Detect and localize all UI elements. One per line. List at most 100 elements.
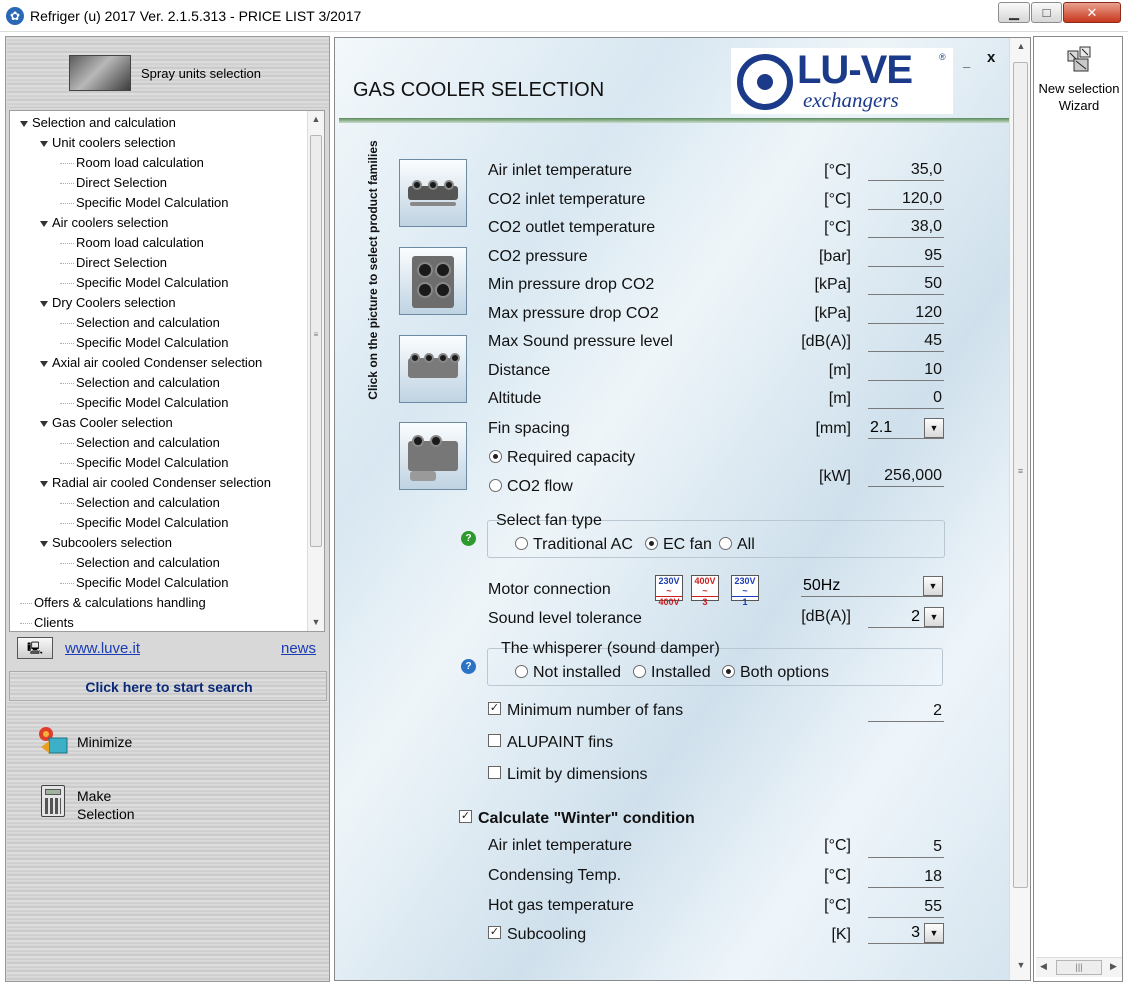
wizard-icon[interactable] bbox=[1064, 43, 1096, 73]
wizard-line-1[interactable]: New selection bbox=[1034, 80, 1124, 97]
spray-units-label[interactable]: Spray units selection bbox=[141, 66, 261, 81]
fan-type-help-icon[interactable]: ? bbox=[461, 531, 476, 546]
expand-arrow-icon[interactable] bbox=[40, 300, 48, 307]
tree-item[interactable]: Room load calculation bbox=[60, 233, 204, 253]
product-family-large[interactable] bbox=[399, 422, 467, 490]
subcooling-label[interactable]: Subcooling bbox=[507, 926, 586, 944]
scroll-down-arrow-icon[interactable]: ▼ bbox=[309, 614, 323, 630]
parameter-value-field[interactable]: 95 bbox=[868, 245, 944, 267]
scroll-left-arrow-icon[interactable]: ◀ bbox=[1040, 961, 1047, 972]
spray-unit-image[interactable] bbox=[69, 55, 131, 91]
frequency-select[interactable]: 50Hz ▼ bbox=[801, 575, 943, 597]
fan-type-option-radio[interactable] bbox=[719, 537, 732, 550]
tree-item-label[interactable]: Room load calculation bbox=[76, 155, 204, 170]
tree-item-label[interactable]: Selection and calculation bbox=[76, 375, 220, 390]
tree-item-label[interactable]: Specific Model Calculation bbox=[76, 575, 228, 590]
product-family-v-shape[interactable] bbox=[399, 335, 467, 403]
chevron-down-icon[interactable]: ▼ bbox=[924, 607, 944, 627]
tree-item-label[interactable]: Offers & calculations handling bbox=[34, 595, 206, 610]
luve-website-link[interactable]: www.luve.it bbox=[65, 640, 140, 657]
tree-item[interactable]: Selection and calculation bbox=[60, 493, 220, 513]
frequency-value[interactable]: 50Hz bbox=[801, 575, 921, 597]
tree-item-label[interactable]: Gas Cooler selection bbox=[52, 415, 173, 430]
whisperer-option-radio[interactable] bbox=[515, 665, 528, 678]
voltage-badge-icon[interactable]: 230V ~1 bbox=[731, 575, 759, 607]
tree-item-label[interactable]: Room load calculation bbox=[76, 235, 204, 250]
voltage-badge-icon[interactable]: 230V ~400V bbox=[655, 575, 683, 607]
tree-item-label[interactable]: Selection and calculation bbox=[76, 315, 220, 330]
parameter-value-field[interactable]: 45 bbox=[868, 330, 944, 352]
tree-item-label[interactable]: Specific Model Calculation bbox=[76, 335, 228, 350]
winter-parameter-value-field[interactable]: 5 bbox=[868, 836, 944, 858]
whisperer-option-label[interactable]: Both options bbox=[740, 664, 829, 682]
tree-item[interactable]: Selection and calculation bbox=[60, 313, 220, 333]
make-label-line-2[interactable]: Selection bbox=[77, 805, 135, 823]
new-selection-wizard-label[interactable]: New selection Wizard bbox=[1034, 80, 1124, 114]
parameter-value-field[interactable]: 120,0 bbox=[868, 188, 944, 210]
tree-item[interactable]: Air coolers selection bbox=[40, 213, 168, 233]
whisperer-option-label[interactable]: Installed bbox=[651, 664, 711, 682]
tree-item[interactable]: Direct Selection bbox=[60, 173, 167, 193]
parameter-value-field[interactable]: 10 bbox=[868, 359, 944, 381]
tree-item[interactable]: Clients bbox=[20, 613, 74, 631]
tree-item-label[interactable]: Selection and calculation bbox=[76, 555, 220, 570]
make-selection-label[interactable]: Make Selection bbox=[77, 787, 135, 823]
tree-item[interactable]: Axial air cooled Condenser selection bbox=[40, 353, 262, 373]
tree-item[interactable]: Unit coolers selection bbox=[40, 133, 176, 153]
news-link[interactable]: news bbox=[281, 640, 316, 657]
tree-item[interactable]: Specific Model Calculation bbox=[60, 273, 228, 293]
tree-item-label[interactable]: Selection and calculation bbox=[76, 435, 220, 450]
fin-spacing-select[interactable]: 2.1 ▼ bbox=[868, 417, 944, 439]
required-capacity-label[interactable]: Required capacity bbox=[507, 449, 635, 467]
scroll-up-arrow-icon[interactable]: ▲ bbox=[1013, 41, 1029, 55]
start-search-button[interactable]: Click here to start search bbox=[9, 671, 327, 701]
tree-item-label[interactable]: Unit coolers selection bbox=[52, 135, 176, 150]
alupaint-label[interactable]: ALUPAINT fins bbox=[507, 734, 613, 752]
sound-tolerance-select[interactable]: 2 ▼ bbox=[868, 606, 944, 628]
tree-item-label[interactable]: Specific Model Calculation bbox=[76, 515, 228, 530]
tree-item[interactable]: Specific Model Calculation bbox=[60, 513, 228, 533]
main-scrollbar[interactable]: ▲ ≡ ▼ bbox=[1009, 38, 1030, 980]
scroll-thumb[interactable]: ≡ bbox=[310, 135, 322, 547]
tree-item-label[interactable]: Direct Selection bbox=[76, 175, 167, 190]
tree-item[interactable]: Selection and calculation bbox=[60, 373, 220, 393]
scroll-thumb[interactable]: ||| bbox=[1056, 960, 1102, 975]
tree-item[interactable]: Specific Model Calculation bbox=[60, 193, 228, 213]
scroll-right-arrow-icon[interactable]: ▶ bbox=[1110, 961, 1117, 972]
fan-type-option-label[interactable]: All bbox=[737, 536, 755, 554]
whisperer-option-radio[interactable] bbox=[633, 665, 646, 678]
wizard-horizontal-scrollbar[interactable]: ◀ ||| ▶ bbox=[1036, 957, 1122, 977]
tree-item[interactable]: Subcoolers selection bbox=[40, 533, 172, 553]
required-capacity-radio[interactable] bbox=[489, 450, 502, 463]
tree-item-label[interactable]: Selection and calculation bbox=[32, 115, 176, 130]
fan-type-option-radio[interactable] bbox=[515, 537, 528, 550]
co2-flow-label[interactable]: CO2 flow bbox=[507, 478, 573, 496]
parameter-value-field[interactable]: 38,0 bbox=[868, 216, 944, 238]
tree-item[interactable]: Direct Selection bbox=[60, 253, 167, 273]
winter-condition-checkbox[interactable]: ✓ bbox=[459, 810, 472, 823]
whisperer-help-icon[interactable]: ? bbox=[461, 659, 476, 674]
tree-item-label[interactable]: Air coolers selection bbox=[52, 215, 168, 230]
tree-item[interactable]: Gas Cooler selection bbox=[40, 413, 173, 433]
panel-minimize-button[interactable]: _ bbox=[963, 54, 970, 69]
fan-type-option-label[interactable]: Traditional AC bbox=[533, 536, 633, 554]
min-fans-label[interactable]: Minimum number of fans bbox=[507, 702, 683, 720]
tree-item-label[interactable]: Specific Model Calculation bbox=[76, 275, 228, 290]
tree-item-label[interactable]: Specific Model Calculation bbox=[76, 195, 228, 210]
alupaint-checkbox[interactable] bbox=[488, 734, 501, 747]
tree-item[interactable]: Specific Model Calculation bbox=[60, 393, 228, 413]
voltage-badge-icon[interactable]: 400V ~3 bbox=[691, 575, 719, 607]
start-search-label[interactable]: Click here to start search bbox=[10, 679, 328, 695]
fin-spacing-value[interactable]: 2.1 bbox=[868, 417, 922, 439]
subcooling-select[interactable]: 3 ▼ bbox=[868, 922, 944, 944]
tree-item[interactable]: Radial air cooled Condenser selection bbox=[40, 473, 271, 493]
tree-item[interactable]: Selection and calculation bbox=[20, 113, 176, 133]
minimize-label[interactable]: Minimize bbox=[77, 734, 132, 750]
expand-arrow-icon[interactable] bbox=[40, 420, 48, 427]
parameter-value-field[interactable]: 0 bbox=[868, 387, 944, 409]
tree-item[interactable]: Selection and calculation bbox=[60, 553, 220, 573]
expand-arrow-icon[interactable] bbox=[40, 360, 48, 367]
parameter-value-field[interactable]: 35,0 bbox=[868, 159, 944, 181]
calculator-icon[interactable] bbox=[41, 785, 65, 817]
window-maximize-button[interactable]: □ bbox=[1031, 2, 1062, 23]
